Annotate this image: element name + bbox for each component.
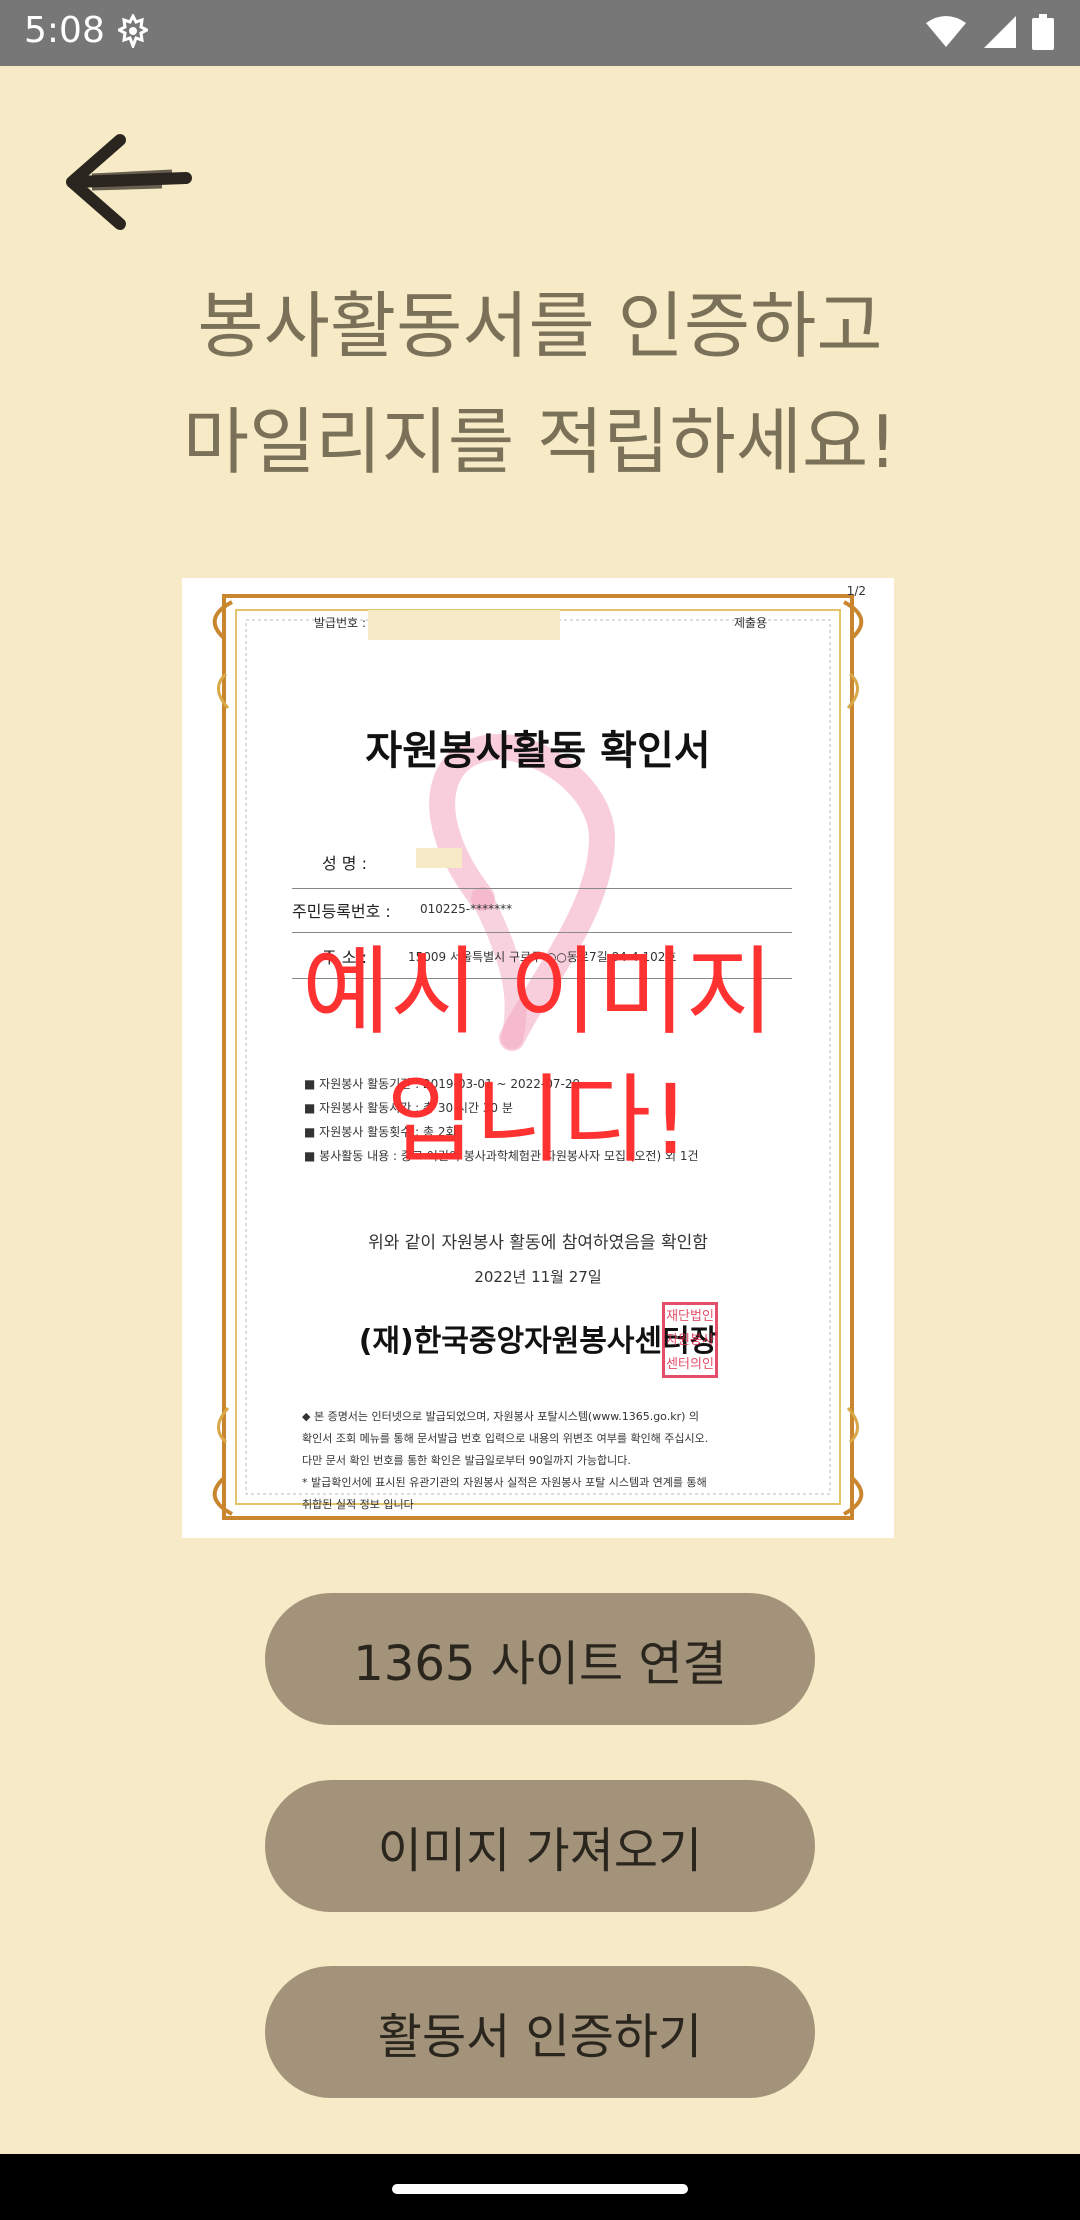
signal-icon xyxy=(984,16,1016,48)
certificate-sample-image: 1/2 발급번호 : 제출용 자원봉사활동 확인서 성 명 : 주민등록번호 :… xyxy=(182,578,894,1538)
cert-title: 자원봉사활동 확인서 xyxy=(365,728,711,774)
seal-text-line: 재단법인 xyxy=(666,1309,714,1324)
cert-name-redaction xyxy=(416,848,462,868)
cert-rrn-label: 주민등록번호 : xyxy=(292,902,391,921)
cert-issue-number-redaction xyxy=(368,610,560,640)
battery-icon xyxy=(1032,14,1054,50)
import-image-button[interactable]: 이미지 가져오기 xyxy=(265,1780,815,1912)
cert-footnote-line: 다만 문서 확인 번호를 통한 확인은 발급일로부터 90일까지 가능합니다. xyxy=(302,1454,631,1467)
home-gesture-handle[interactable] xyxy=(392,2184,688,2194)
navigation-bar xyxy=(0,2154,1080,2220)
cert-footnote-line: ◆ 본 증명서는 인터넷으로 발급되었으며, 자원봉사 포탈시스템(www.13… xyxy=(302,1410,700,1423)
cert-name-label: 성 명 : xyxy=(322,854,368,873)
cert-issuer: (재)한국중앙자원봉사센터장 xyxy=(358,1324,718,1359)
cert-divider xyxy=(292,888,792,889)
site-link-button[interactable]: 1365 사이트 연결 xyxy=(265,1593,815,1725)
status-bar: 5:08 xyxy=(0,0,1080,66)
cert-footnote-line: 확인서 조회 메뉴를 통해 문서발급 번호 입력으로 내용의 위변조 여부를 확… xyxy=(302,1432,709,1445)
verify-certificate-button[interactable]: 활동서 인증하기 xyxy=(265,1966,815,2098)
watermark-line-1: 예시 이미지 xyxy=(301,936,775,1048)
cert-footnote-line: 취합된 실적 정보 입니다 xyxy=(302,1498,414,1511)
watermark-line-2: 입니다! xyxy=(386,1064,690,1176)
headline-line-2: 마일리지를 적립하세요! xyxy=(182,400,898,484)
cert-page-number: 1/2 xyxy=(846,584,866,598)
seal-text-line: 센터의인 xyxy=(666,1357,714,1372)
cert-footnote-line: * 발급확인서에 표시된 유관기관의 자원봉사 실적은 자원봉사 포탈 시스템과… xyxy=(302,1476,707,1489)
seal-text-line: 자원봉사 xyxy=(666,1333,714,1348)
page-headline: 봉사활동서를 인증하고 마일리지를 적립하세요! xyxy=(0,268,1080,500)
cert-confirm-text: 위와 같이 자원봉사 활동에 참여하였음을 확인함 xyxy=(368,1233,708,1253)
back-arrow-icon[interactable] xyxy=(62,134,192,234)
official-seal: 재단법인 자원봉사 센터의인 xyxy=(662,1302,718,1378)
wifi-icon xyxy=(926,16,966,47)
cert-issue-label: 발급번호 : xyxy=(314,616,367,630)
cert-submit-label: 제출용 xyxy=(734,616,768,630)
headline-line-1: 봉사활동서를 인증하고 xyxy=(197,284,883,368)
sample-watermark: 예시 이미지 입니다! xyxy=(182,928,894,1184)
cert-date: 2022년 11월 27일 xyxy=(474,1268,602,1286)
cert-footnotes: ◆ 본 증명서는 인터넷으로 발급되었으며, 자원봉사 포탈시스템(www.13… xyxy=(302,1406,802,1516)
status-time: 5:08 xyxy=(24,10,105,51)
gear-icon xyxy=(118,14,148,48)
cert-rrn-value: 010225-******* xyxy=(420,902,513,916)
